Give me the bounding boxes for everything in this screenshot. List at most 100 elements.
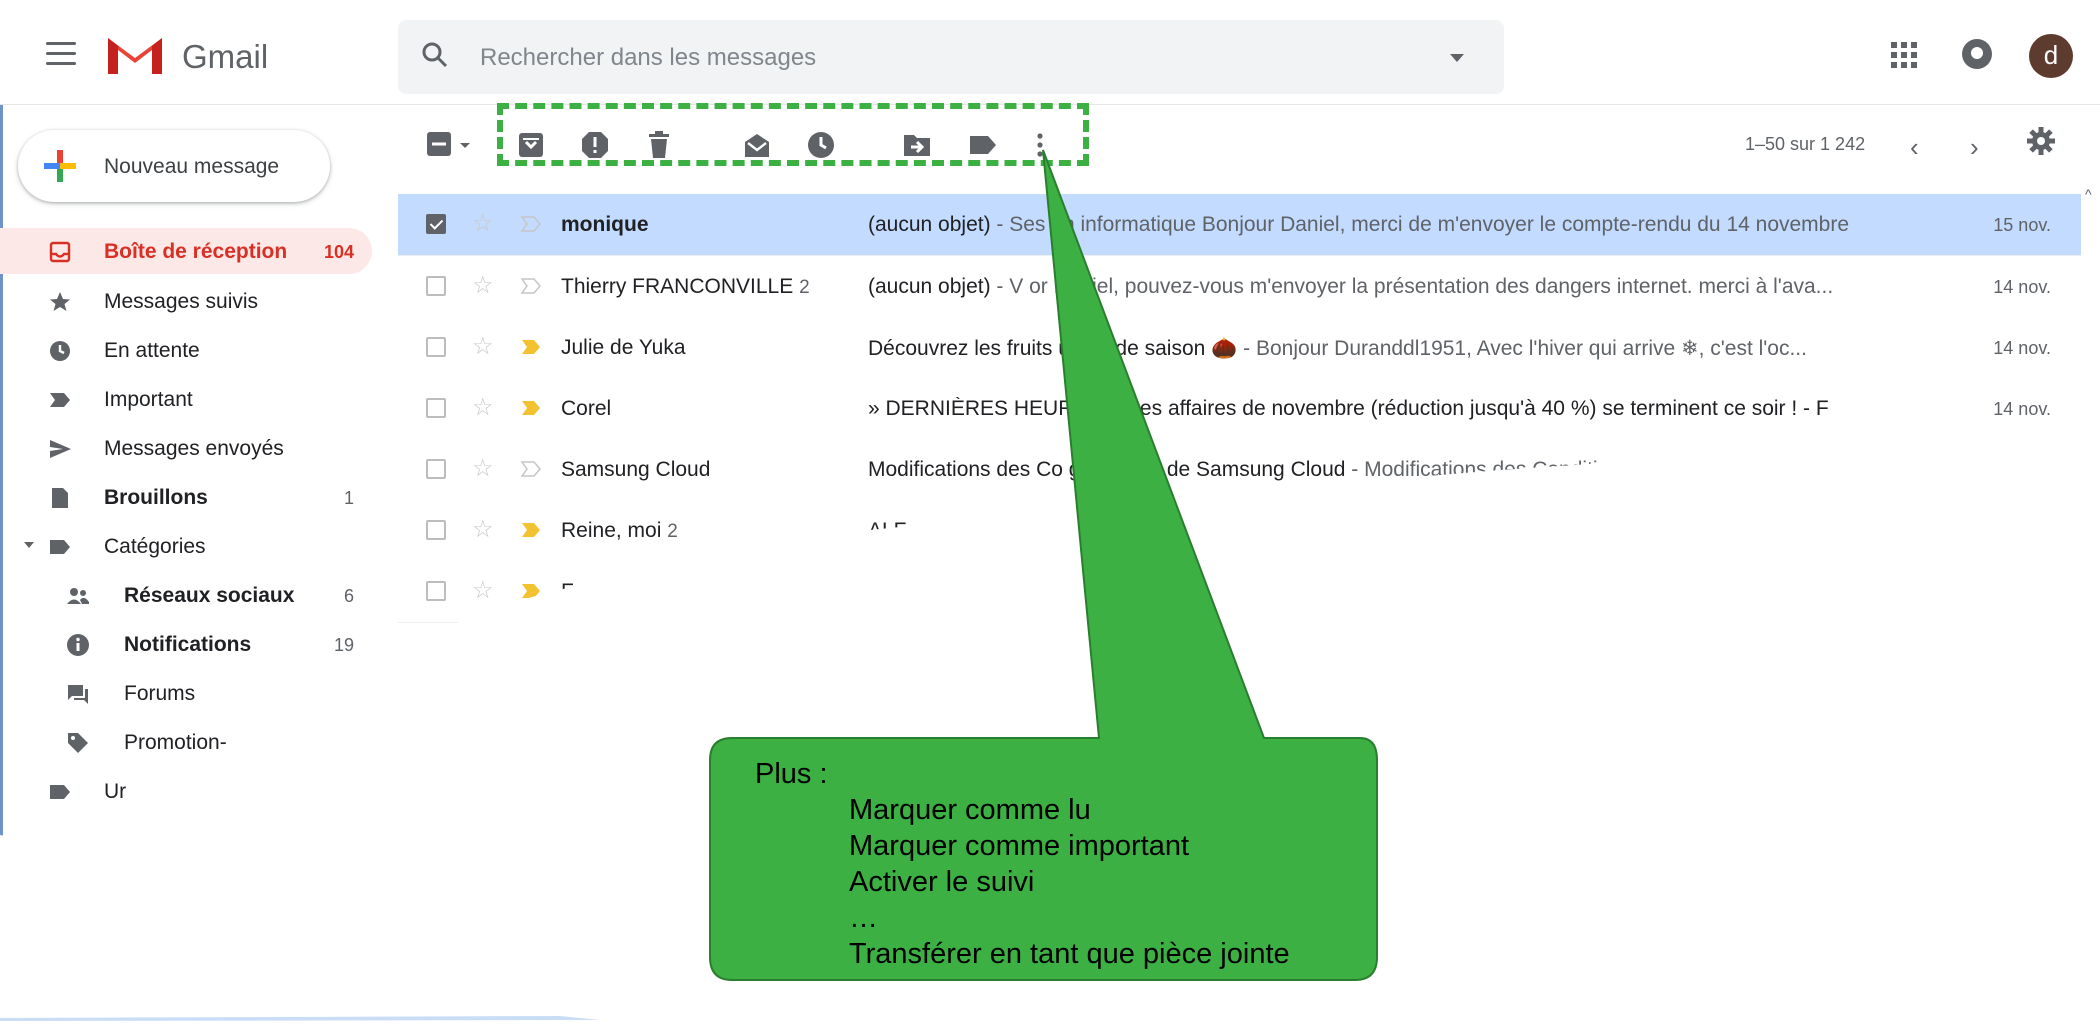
email-date: 14 nov. (1993, 338, 2051, 358)
sidebar-item-label: Messages envoyés (104, 437, 284, 460)
table-row[interactable]: ☆ Julie de Yuka Découvrez les fruits ume… (398, 317, 2081, 379)
plus-icon (44, 150, 76, 182)
apps-grid-icon[interactable] (1891, 42, 1917, 68)
important-icon (50, 393, 70, 407)
sidebar-item-label: Important (104, 388, 193, 411)
row-checkbox[interactable] (426, 337, 446, 357)
table-row[interactable]: ☆ Reine, moi 2 ALF cet AM - Bonjour (398, 500, 2081, 562)
row-checkbox[interactable] (426, 276, 446, 296)
table-row[interactable]: ☆ Corel » DERNIÈRES HEURE bonnes affaire… (398, 378, 2081, 440)
search-icon[interactable] (420, 40, 450, 70)
star-toggle-icon[interactable]: ☆ (472, 209, 494, 238)
star-toggle-icon[interactable]: ☆ (472, 454, 494, 483)
star-toggle-icon[interactable]: ☆ (472, 515, 494, 544)
next-page-icon[interactable]: › (1970, 132, 1979, 163)
send-icon (50, 440, 71, 458)
row-checkbox[interactable] (426, 520, 446, 540)
sidebar-item-drafts[interactable]: Brouillons 1 (0, 474, 372, 520)
people-icon (67, 588, 89, 604)
sidebar-item-categories[interactable]: Catégories (0, 523, 372, 569)
email-subject: (aucun objet) - V or Daniel, pouvez-vous… (868, 275, 1834, 298)
settings-gear-icon[interactable] (2026, 126, 2056, 156)
importance-marker-icon[interactable] (520, 397, 542, 419)
sidebar-item-count: 6 (343, 586, 354, 606)
compose-label: Nouveau message (104, 155, 280, 178)
row-checkbox[interactable] (426, 581, 446, 601)
importance-marker-icon[interactable] (520, 336, 542, 358)
importance-marker-icon[interactable] (520, 275, 542, 297)
table-row[interactable]: ☆ Thierry FRANCONVILLE 2 (aucun objet) -… (398, 256, 2081, 318)
star-toggle-icon[interactable]: ☆ (472, 576, 494, 605)
table-row[interactable]: ☆ Samsung Cloud Modifications des Co gén… (398, 439, 2081, 501)
clock-icon (50, 341, 70, 361)
email-subject: Découvrez les fruits umes de saison 🌰 - … (868, 337, 1807, 360)
sidebar-item-forums[interactable]: Forums (0, 670, 372, 716)
importance-marker-icon[interactable] (520, 519, 542, 541)
sidebar-item-inbox[interactable]: Boîte de réception 104 (0, 228, 372, 274)
email-sender: Julie de Yuka (561, 336, 686, 359)
sidebar-item-social[interactable]: Réseaux sociaux 6 (0, 572, 372, 618)
scroll-up-icon[interactable]: ^ (2085, 186, 2092, 202)
star-toggle-icon[interactable]: ☆ (472, 271, 494, 300)
info-icon (67, 634, 89, 656)
avatar[interactable]: d (2029, 34, 2073, 78)
table-row[interactable]: ☆ Fa- (398, 561, 2081, 623)
inbox-icon (49, 241, 71, 263)
star-toggle-icon[interactable]: ☆ (472, 393, 494, 422)
email-sender: Samsung Cloud (561, 458, 711, 481)
search-input[interactable]: Rechercher dans les messages (480, 44, 816, 72)
email-subject: ALF cet AM - Bonjour (868, 519, 1068, 542)
email-date: 14 nov. (1993, 277, 2051, 297)
top-bar: Gmail Rechercher dans les messages d (0, 0, 2100, 105)
importance-marker-icon[interactable] (520, 580, 542, 602)
main-menu-icon[interactable] (46, 42, 76, 66)
row-checkbox[interactable] (426, 214, 446, 234)
sidebar: Nouveau message Boîte de réception 104 M… (0, 104, 390, 844)
email-sender: monique (561, 213, 649, 236)
callout-text: Plus : Marquer comme lu Marquer comme im… (755, 756, 1290, 972)
importance-marker-icon[interactable] (520, 458, 542, 480)
email-date: 14 nov. (1993, 399, 2051, 419)
star-icon (50, 292, 70, 311)
callout-line: Transférer en tant que pièce jointe (849, 938, 1290, 970)
draft-icon (52, 488, 68, 508)
callout-line: Marquer comme important (849, 830, 1190, 862)
sidebar-item-sent[interactable]: Messages envoyés (0, 425, 372, 471)
label-icon (50, 785, 70, 799)
email-subject: (aucun objet) - Ses on informatique Bonj… (868, 213, 1850, 236)
select-all-checkbox[interactable] (426, 130, 456, 160)
gmail-logo-icon[interactable] (106, 32, 164, 76)
previous-page-icon[interactable]: ‹ (1910, 132, 1919, 163)
tag-icon (68, 733, 88, 753)
sidebar-item-label: Notifications (124, 633, 252, 656)
callout-line: … (849, 902, 878, 934)
search-bar[interactable]: Rechercher dans les messages (398, 20, 1504, 94)
row-checkbox[interactable] (426, 459, 446, 479)
callout-line: Marquer comme lu (849, 794, 1091, 826)
forum-icon (68, 685, 88, 704)
sidebar-item-label: Promotion- (124, 731, 227, 754)
sidebar-item-label: Ur (104, 780, 127, 803)
highlight-dashed-box (497, 103, 1089, 166)
expand-arrow-icon[interactable] (24, 542, 34, 548)
app-name: Gmail (182, 38, 269, 75)
sidebar-item-label: Messages suivis (104, 290, 259, 313)
sidebar-item-important[interactable]: Important (0, 376, 372, 422)
email-subject: Modifications des Co générales de Samsun… (868, 458, 1666, 481)
scrollbar[interactable]: ^ (2081, 182, 2100, 442)
row-checkbox[interactable] (426, 398, 446, 418)
sidebar-item-promotions[interactable]: Promotion- (0, 719, 372, 765)
importance-marker-icon[interactable] (520, 213, 542, 235)
notifications-icon[interactable] (1962, 39, 1992, 69)
select-dropdown-icon[interactable] (458, 130, 472, 160)
sidebar-item-notifications[interactable]: Notifications 19 (0, 621, 372, 667)
compose-button[interactable]: Nouveau message (18, 130, 330, 202)
callout-title: Plus : (755, 758, 828, 790)
sidebar-item-starred[interactable]: Messages suivis (0, 278, 372, 324)
search-options-icon[interactable] (1450, 54, 1464, 62)
star-toggle-icon[interactable]: ☆ (472, 332, 494, 361)
sidebar-item-more[interactable]: Ur (0, 768, 372, 814)
sidebar-item-snoozed[interactable]: En attente (0, 327, 372, 373)
email-sender: Reine, moi 2 (561, 519, 678, 542)
table-row[interactable]: ☆ monique (aucun objet) - Ses on informa… (398, 194, 2081, 256)
